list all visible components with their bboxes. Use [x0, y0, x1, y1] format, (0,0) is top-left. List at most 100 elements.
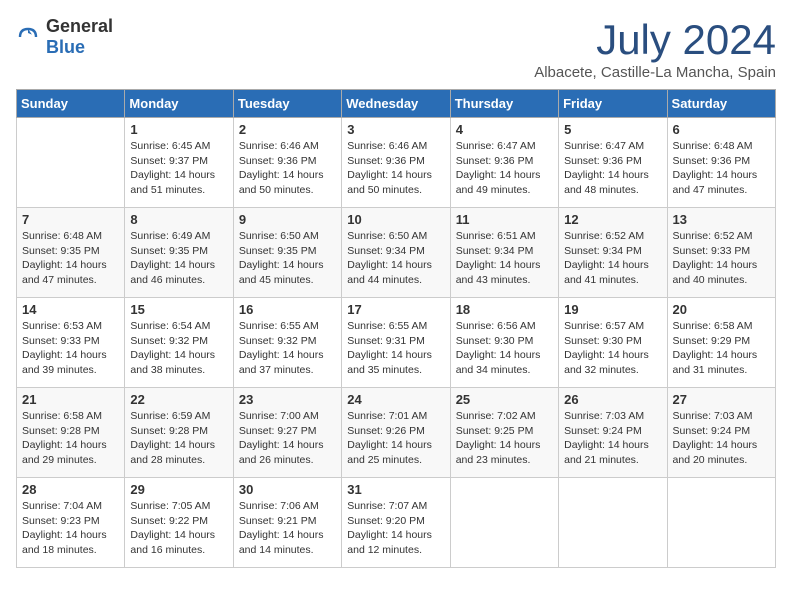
- day-number: 7: [22, 212, 119, 227]
- day-of-week-header: Sunday: [17, 90, 125, 118]
- calendar-cell: 19 Sunrise: 6:57 AM Sunset: 9:30 PM Dayli…: [559, 298, 667, 388]
- logo-text: General Blue: [46, 16, 113, 58]
- day-of-week-header: Thursday: [450, 90, 558, 118]
- day-number: 4: [456, 122, 553, 137]
- calendar-cell: 16 Sunrise: 6:55 AM Sunset: 9:32 PM Dayli…: [233, 298, 341, 388]
- calendar-cell: 18 Sunrise: 6:56 AM Sunset: 9:30 PM Dayli…: [450, 298, 558, 388]
- day-number: 25: [456, 392, 553, 407]
- day-number: 8: [130, 212, 227, 227]
- calendar-cell: 9Sunrise: 6:50 AM Sunset: 9:35 PM Daylig…: [233, 208, 341, 298]
- calendar-cell: 28Sunrise: 7:04 AM Sunset: 9:23 PM Dayli…: [17, 478, 125, 568]
- day-number: 14: [22, 302, 119, 317]
- day-info: Sunrise: 6:46 AM Sunset: 9:36 PM Dayligh…: [239, 139, 336, 198]
- calendar-cell: [17, 118, 125, 208]
- day-number: 24: [347, 392, 444, 407]
- day-number: 21: [22, 392, 119, 407]
- day-number: 17: [347, 302, 444, 317]
- day-info: Sunrise: 6:55 AM Sunset: 9:31 PM Dayligh…: [347, 319, 444, 378]
- calendar-cell: 27 Sunrise: 7:03 AM Sunset: 9:24 PM Dayli…: [667, 388, 775, 478]
- calendar-cell: 1 Sunrise: 6:45 AM Sunset: 9:37 PM Daylig…: [125, 118, 233, 208]
- day-info: Sunrise: 6:56 AM Sunset: 9:30 PM Dayligh…: [456, 319, 553, 378]
- logo-blue: Blue: [46, 37, 85, 57]
- day-of-week-header: Wednesday: [342, 90, 450, 118]
- day-number: 23: [239, 392, 336, 407]
- day-info: Sunrise: 6:47 AM Sunset: 9:36 PM Dayligh…: [456, 139, 553, 198]
- day-info: Sunrise: 7:01 AM Sunset: 9:26 PM Dayligh…: [347, 409, 444, 468]
- day-info: Sunrise: 6:48 AM Sunset: 9:35 PM Dayligh…: [22, 229, 119, 288]
- day-number: 11: [456, 212, 553, 227]
- day-info: Sunrise: 7:06 AM Sunset: 9:21 PM Dayligh…: [239, 499, 336, 558]
- calendar-cell: 17 Sunrise: 6:55 AM Sunset: 9:31 PM Dayli…: [342, 298, 450, 388]
- calendar-cell: 2 Sunrise: 6:46 AM Sunset: 9:36 PM Daylig…: [233, 118, 341, 208]
- day-number: 19: [564, 302, 661, 317]
- calendar-cell: 3Sunrise: 6:46 AM Sunset: 9:36 PM Daylig…: [342, 118, 450, 208]
- calendar-cell: [450, 478, 558, 568]
- day-info: Sunrise: 6:51 AM Sunset: 9:34 PM Dayligh…: [456, 229, 553, 288]
- day-info: Sunrise: 7:00 AM Sunset: 9:27 PM Dayligh…: [239, 409, 336, 468]
- day-info: Sunrise: 6:58 AM Sunset: 9:29 PM Dayligh…: [673, 319, 770, 378]
- day-info: Sunrise: 7:03 AM Sunset: 9:24 PM Dayligh…: [564, 409, 661, 468]
- day-of-week-header: Tuesday: [233, 90, 341, 118]
- day-number: 1: [130, 122, 227, 137]
- day-number: 16: [239, 302, 336, 317]
- day-number: 28: [22, 482, 119, 497]
- calendar-cell: 13Sunrise: 6:52 AM Sunset: 9:33 PM Dayli…: [667, 208, 775, 298]
- day-of-week-header: Monday: [125, 90, 233, 118]
- calendar-week-row: 28Sunrise: 7:04 AM Sunset: 9:23 PM Dayli…: [17, 478, 776, 568]
- calendar-week-row: 1 Sunrise: 6:45 AM Sunset: 9:37 PM Daylig…: [17, 118, 776, 208]
- day-info: Sunrise: 6:49 AM Sunset: 9:35 PM Dayligh…: [130, 229, 227, 288]
- calendar-cell: 30Sunrise: 7:06 AM Sunset: 9:21 PM Dayli…: [233, 478, 341, 568]
- calendar-cell: 12Sunrise: 6:52 AM Sunset: 9:34 PM Dayli…: [559, 208, 667, 298]
- day-info: Sunrise: 6:45 AM Sunset: 9:37 PM Dayligh…: [130, 139, 227, 198]
- calendar-table: SundayMondayTuesdayWednesdayThursdayFrid…: [16, 89, 776, 568]
- day-info: Sunrise: 6:47 AM Sunset: 9:36 PM Dayligh…: [564, 139, 661, 198]
- calendar-cell: 24 Sunrise: 7:01 AM Sunset: 9:26 PM Dayli…: [342, 388, 450, 478]
- day-number: 3: [347, 122, 444, 137]
- logo: General Blue: [16, 16, 113, 58]
- day-of-week-header: Saturday: [667, 90, 775, 118]
- day-number: 18: [456, 302, 553, 317]
- calendar-cell: 22 Sunrise: 6:59 AM Sunset: 9:28 PM Dayli…: [125, 388, 233, 478]
- title-area: July 2024 Albacete, Castille-La Mancha, …: [534, 16, 776, 81]
- day-number: 10: [347, 212, 444, 227]
- calendar-cell: 25 Sunrise: 7:02 AM Sunset: 9:25 PM Dayli…: [450, 388, 558, 478]
- day-info: Sunrise: 6:58 AM Sunset: 9:28 PM Dayligh…: [22, 409, 119, 468]
- day-info: Sunrise: 6:59 AM Sunset: 9:28 PM Dayligh…: [130, 409, 227, 468]
- day-number: 9: [239, 212, 336, 227]
- day-number: 5: [564, 122, 661, 137]
- calendar-cell: 8 Sunrise: 6:49 AM Sunset: 9:35 PM Daylig…: [125, 208, 233, 298]
- day-info: Sunrise: 7:07 AM Sunset: 9:20 PM Dayligh…: [347, 499, 444, 558]
- logo-icon: [16, 25, 40, 49]
- calendar-cell: 20Sunrise: 6:58 AM Sunset: 9:29 PM Dayli…: [667, 298, 775, 388]
- day-number: 15: [130, 302, 227, 317]
- calendar-cell: 11 Sunrise: 6:51 AM Sunset: 9:34 PM Dayli…: [450, 208, 558, 298]
- calendar-cell: 21 Sunrise: 6:58 AM Sunset: 9:28 PM Dayli…: [17, 388, 125, 478]
- day-info: Sunrise: 6:48 AM Sunset: 9:36 PM Dayligh…: [673, 139, 770, 198]
- day-number: 6: [673, 122, 770, 137]
- day-info: Sunrise: 6:53 AM Sunset: 9:33 PM Dayligh…: [22, 319, 119, 378]
- calendar-cell: 26 Sunrise: 7:03 AM Sunset: 9:24 PM Dayli…: [559, 388, 667, 478]
- calendar-week-row: 21 Sunrise: 6:58 AM Sunset: 9:28 PM Dayli…: [17, 388, 776, 478]
- calendar-cell: 6 Sunrise: 6:48 AM Sunset: 9:36 PM Daylig…: [667, 118, 775, 208]
- day-info: Sunrise: 6:57 AM Sunset: 9:30 PM Dayligh…: [564, 319, 661, 378]
- day-info: Sunrise: 7:05 AM Sunset: 9:22 PM Dayligh…: [130, 499, 227, 558]
- calendar-cell: 5 Sunrise: 6:47 AM Sunset: 9:36 PM Daylig…: [559, 118, 667, 208]
- day-info: Sunrise: 6:52 AM Sunset: 9:34 PM Dayligh…: [564, 229, 661, 288]
- calendar-cell: 7 Sunrise: 6:48 AM Sunset: 9:35 PM Daylig…: [17, 208, 125, 298]
- day-info: Sunrise: 7:03 AM Sunset: 9:24 PM Dayligh…: [673, 409, 770, 468]
- calendar-cell: 14 Sunrise: 6:53 AM Sunset: 9:33 PM Dayli…: [17, 298, 125, 388]
- calendar-week-row: 7 Sunrise: 6:48 AM Sunset: 9:35 PM Daylig…: [17, 208, 776, 298]
- day-info: Sunrise: 7:02 AM Sunset: 9:25 PM Dayligh…: [456, 409, 553, 468]
- day-number: 27: [673, 392, 770, 407]
- day-number: 2: [239, 122, 336, 137]
- logo-general: General: [46, 16, 113, 36]
- day-number: 26: [564, 392, 661, 407]
- day-info: Sunrise: 6:55 AM Sunset: 9:32 PM Dayligh…: [239, 319, 336, 378]
- page-header: General Blue July 2024 Albacete, Castill…: [16, 16, 776, 81]
- day-info: Sunrise: 6:54 AM Sunset: 9:32 PM Dayligh…: [130, 319, 227, 378]
- day-number: 31: [347, 482, 444, 497]
- day-number: 22: [130, 392, 227, 407]
- calendar-cell: 23 Sunrise: 7:00 AM Sunset: 9:27 PM Dayli…: [233, 388, 341, 478]
- calendar-week-row: 14 Sunrise: 6:53 AM Sunset: 9:33 PM Dayli…: [17, 298, 776, 388]
- day-number: 13: [673, 212, 770, 227]
